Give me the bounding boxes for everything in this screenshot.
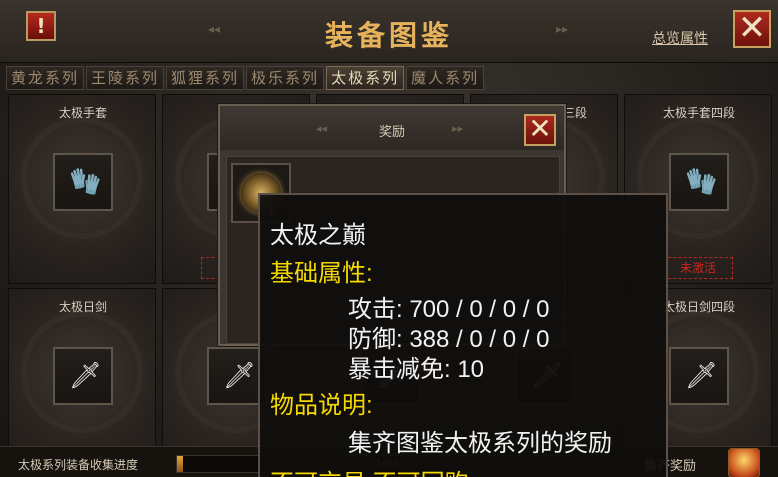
- tab-huanglong[interactable]: 黄龙系列: [6, 66, 85, 90]
- inactive-stamp: 未激活: [663, 257, 733, 279]
- close-icon: ✕: [528, 112, 552, 145]
- sword-icon: 🗡: [685, 361, 719, 391]
- card-name: 太极日剑: [58, 300, 107, 314]
- card-name: 太极手套四段: [662, 106, 735, 120]
- tooltip-base-attr-heading: 基础属性:: [270, 260, 373, 287]
- dialog-right-arrow-icon: ▸▸: [452, 122, 464, 135]
- glove-icon: 🧤: [69, 167, 102, 197]
- dialog-title-bar: ◂◂ 奖励 ▸▸ ✕: [220, 106, 564, 150]
- window-header: ! ◂◂ 装备图鉴 ▸▸ 总览属性 ✕: [0, 0, 778, 63]
- dialog-close-button[interactable]: ✕: [524, 114, 556, 146]
- item-tooltip: 太极之巅 基础属性: 攻击: 700 / 0 / 0 / 0 防御: 388 /…: [258, 193, 668, 477]
- item-slot[interactable]: 🧤: [669, 153, 729, 211]
- tab-jile[interactable]: 极乐系列: [246, 66, 325, 90]
- card-name: 太极手套: [58, 106, 107, 120]
- overview-attributes-link[interactable]: 总览属性: [652, 28, 708, 48]
- tooltip-crit-reduce: 暴击减免: 10: [348, 356, 485, 383]
- tooltip-description: 集齐图鉴太极系列的奖励: [348, 430, 612, 457]
- item-slot[interactable]: 🗡: [53, 347, 113, 405]
- progress-label: 太极系列装备收集进度: [18, 458, 139, 472]
- title-right-arrow-icon: ▸▸: [556, 22, 569, 36]
- equipment-card[interactable]: 太极手套 🧤: [8, 94, 156, 284]
- tab-wangling[interactable]: 王陵系列: [86, 66, 165, 90]
- item-slot[interactable]: 🗡: [669, 347, 729, 405]
- sword-icon: 🗡: [69, 361, 103, 391]
- tooltip-item-name: 太极之巅: [270, 222, 366, 249]
- glove-icon: 🧤: [685, 167, 718, 197]
- sword-icon: 🗡: [223, 361, 257, 391]
- series-tabs: 黄龙系列 王陵系列 狐狸系列 极乐系列 太极系列 魔人系列: [6, 66, 486, 90]
- tab-huli[interactable]: 狐狸系列: [166, 66, 245, 90]
- tooltip-desc-heading: 物品说明:: [270, 392, 373, 419]
- item-slot[interactable]: 🧤: [53, 153, 113, 211]
- treasure-chest-icon[interactable]: [728, 448, 760, 477]
- dialog-title: 奖励: [378, 125, 405, 140]
- equipment-atlas-window: ! ◂◂ 装备图鉴 ▸▸ 总览属性 ✕ 黄龙系列 王陵系列 狐狸系列 极乐系列 …: [0, 0, 778, 477]
- tab-moren[interactable]: 魔人系列: [406, 66, 485, 90]
- close-button[interactable]: ✕: [733, 10, 771, 48]
- tooltip-restriction: 不可交易 不可回购: [270, 463, 469, 477]
- close-icon: ✕: [737, 8, 767, 48]
- tab-taiji[interactable]: 太极系列: [326, 66, 405, 90]
